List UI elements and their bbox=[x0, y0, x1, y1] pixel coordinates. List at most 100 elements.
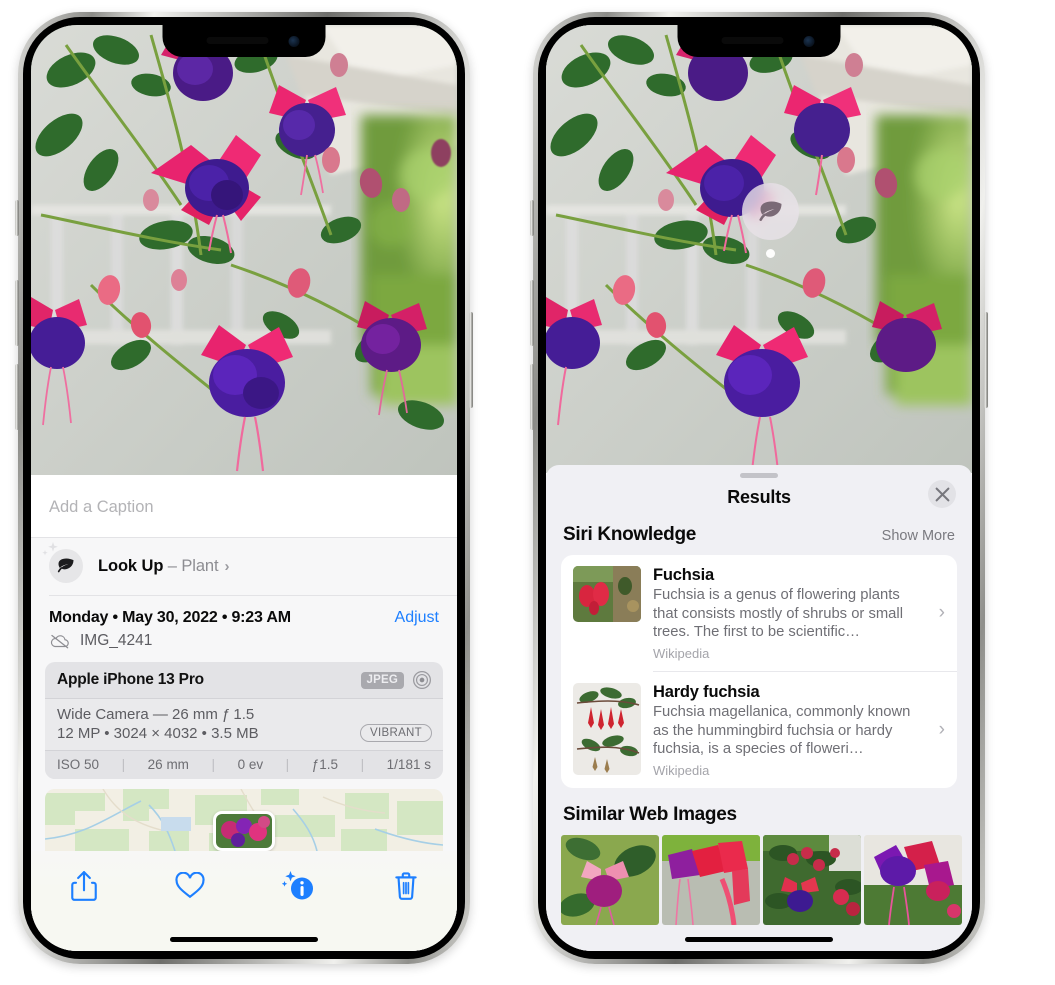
similar-image-4[interactable] bbox=[864, 835, 962, 925]
front-camera-icon bbox=[288, 36, 300, 47]
siri-knowledge-header: Siri Knowledge Show More bbox=[546, 524, 972, 555]
camera-model: Apple iPhone 13 Pro bbox=[57, 671, 204, 688]
camera-header: Apple iPhone 13 Pro JPEG bbox=[45, 662, 443, 699]
similar-image-1[interactable] bbox=[561, 835, 659, 925]
similar-thumb-1 bbox=[561, 835, 659, 925]
screenshot-root: Add a Caption Look Up – Plant › Monday •… bbox=[0, 0, 1055, 985]
exif-focal: 26 mm bbox=[147, 757, 189, 772]
entry-body: Hardy fuchsia Fuchsia magellanica, commo… bbox=[653, 683, 945, 778]
leaf-icon bbox=[42, 542, 83, 583]
info-sparkle-icon bbox=[281, 870, 313, 899]
leaf-pin-badge[interactable] bbox=[742, 183, 799, 240]
leaf-icon bbox=[758, 201, 781, 221]
date-row: Monday • May 30, 2022 • 9:23 AM Adjust bbox=[31, 596, 457, 632]
lens-spec: Wide Camera — 26 mm ƒ 1.5 bbox=[57, 706, 255, 723]
info-button[interactable] bbox=[281, 870, 316, 907]
home-indicator[interactable] bbox=[170, 937, 318, 942]
notch bbox=[677, 25, 841, 57]
entry-description: Fuchsia is a genus of flowering plants t… bbox=[653, 587, 903, 641]
exif-separator: | bbox=[211, 757, 216, 772]
close-icon bbox=[935, 487, 949, 502]
share-icon bbox=[70, 870, 97, 901]
look-up-subject: Plant bbox=[181, 556, 219, 575]
exif-separator: | bbox=[121, 757, 126, 772]
camera-info-card[interactable]: Apple iPhone 13 Pro JPEG Wide Camera — 2… bbox=[45, 662, 443, 779]
look-up-label: Look Up – Plant › bbox=[98, 557, 229, 576]
results-title: Results bbox=[727, 487, 791, 508]
chevron-right-icon: › bbox=[938, 719, 945, 741]
exif-separator: | bbox=[285, 757, 290, 772]
results-header: Results bbox=[546, 478, 972, 524]
entry-description: Fuchsia magellanica, commonly known as t… bbox=[653, 704, 911, 758]
exif-ev: 0 ev bbox=[237, 757, 264, 772]
similar-image-2[interactable] bbox=[662, 835, 760, 925]
share-button[interactable] bbox=[70, 870, 98, 907]
location-map[interactable] bbox=[45, 789, 443, 851]
volume-down-button[interactable] bbox=[530, 364, 534, 430]
entry-source: Wikipedia bbox=[653, 646, 710, 662]
lens-icon bbox=[413, 671, 431, 689]
exif-iso: ISO 50 bbox=[57, 757, 100, 772]
format-badge: JPEG bbox=[360, 671, 404, 689]
photo-date: Monday • May 30, 2022 • 9:23 AM bbox=[49, 609, 291, 626]
earpiece-speaker bbox=[206, 37, 269, 44]
similar-web-images-title: Similar Web Images bbox=[563, 804, 737, 825]
list-item[interactable]: Fuchsia Fuchsia is a genus of flowering … bbox=[561, 555, 957, 671]
entry-body: Fuchsia Fuchsia is a genus of flowering … bbox=[653, 566, 945, 661]
entry-thumbnail bbox=[573, 566, 641, 623]
mute-switch[interactable] bbox=[15, 200, 19, 236]
photo-viewer[interactable] bbox=[546, 25, 972, 473]
look-up-row[interactable]: Look Up – Plant › bbox=[31, 538, 457, 595]
iphone-right-device: Results Siri Knowledge Show More Fuchsia… bbox=[530, 12, 988, 964]
right-screen: Results Siri Knowledge Show More Fuchsia… bbox=[546, 25, 972, 951]
visual-lookup-pin[interactable] bbox=[742, 183, 799, 258]
results-sheet: Results Siri Knowledge Show More Fuchsia… bbox=[546, 465, 972, 951]
photographic-style-badge: VIBRANT bbox=[360, 724, 432, 742]
fuchsia-thumb-1 bbox=[573, 566, 641, 623]
photo-viewer[interactable] bbox=[31, 25, 457, 475]
filename-row: IMG_4241 bbox=[31, 632, 457, 662]
caption-input[interactable]: Add a Caption bbox=[31, 481, 457, 538]
adjust-button[interactable]: Adjust bbox=[395, 609, 439, 627]
exif-separator: | bbox=[360, 757, 365, 772]
heart-icon bbox=[174, 871, 205, 899]
icloud-slash-icon bbox=[50, 634, 69, 649]
front-camera-icon bbox=[803, 36, 815, 47]
map-photo-pin[interactable] bbox=[213, 811, 275, 851]
favorite-button[interactable] bbox=[174, 871, 205, 904]
similar-web-images-header: Similar Web Images bbox=[546, 788, 972, 835]
volume-up-button[interactable] bbox=[530, 280, 534, 346]
trash-icon bbox=[394, 871, 417, 900]
left-screen: Add a Caption Look Up – Plant › Monday •… bbox=[31, 25, 457, 951]
siri-knowledge-card: Fuchsia Fuchsia is a genus of flowering … bbox=[561, 555, 957, 788]
similar-thumb-3 bbox=[763, 835, 861, 925]
entry-thumbnail bbox=[573, 683, 641, 776]
exif-aperture: ƒ1.5 bbox=[311, 757, 339, 772]
photo-info-sheet: Add a Caption Look Up – Plant › Monday •… bbox=[31, 481, 457, 951]
chevron-right-icon: › bbox=[938, 602, 945, 624]
entry-title: Fuchsia bbox=[653, 566, 714, 585]
similar-image-3[interactable] bbox=[763, 835, 861, 925]
close-button[interactable] bbox=[928, 480, 956, 509]
iphone-left-device: Add a Caption Look Up – Plant › Monday •… bbox=[15, 12, 473, 964]
home-indicator[interactable] bbox=[685, 937, 833, 942]
delete-button[interactable] bbox=[393, 871, 419, 906]
similar-images-strip[interactable] bbox=[546, 835, 972, 925]
entry-source: Wikipedia bbox=[653, 763, 710, 778]
power-button[interactable] bbox=[984, 312, 988, 408]
list-item[interactable]: Hardy fuchsia Fuchsia magellanica, commo… bbox=[561, 672, 957, 788]
volume-down-button[interactable] bbox=[15, 364, 19, 430]
power-button[interactable] bbox=[469, 312, 473, 408]
photo-toolbar bbox=[31, 851, 457, 925]
volume-up-button[interactable] bbox=[15, 280, 19, 346]
pin-anchor-dot bbox=[766, 249, 775, 258]
filename-label: IMG_4241 bbox=[80, 632, 153, 649]
mute-switch[interactable] bbox=[530, 200, 534, 236]
similar-thumb-2 bbox=[662, 835, 760, 925]
show-more-button[interactable]: Show More bbox=[882, 528, 955, 544]
similar-thumb-4 bbox=[864, 835, 962, 925]
earpiece-speaker bbox=[721, 37, 784, 44]
look-up-title: Look Up bbox=[98, 556, 164, 575]
camera-badges: JPEG bbox=[360, 670, 432, 690]
exif-row: ISO 50 | 26 mm | 0 ev | ƒ1.5 | 1/181 s bbox=[45, 750, 443, 779]
